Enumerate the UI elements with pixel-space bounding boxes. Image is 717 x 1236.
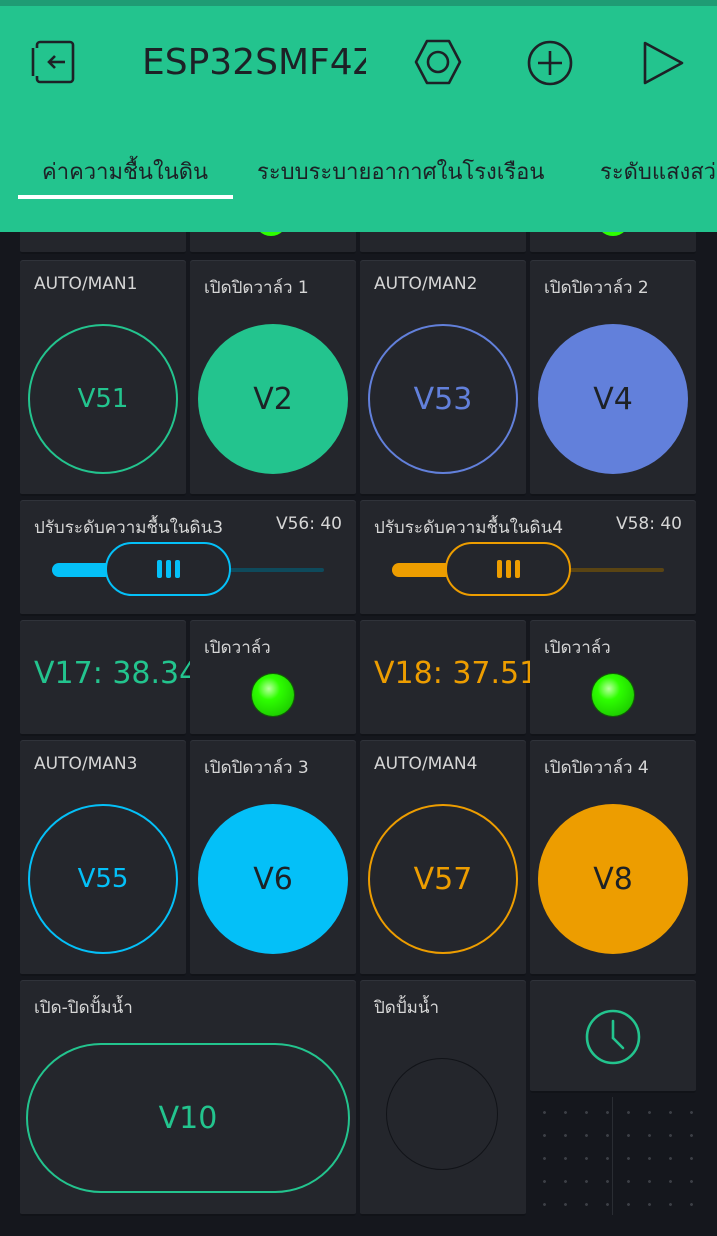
slider-handle[interactable] [445,542,571,596]
value-display-v17: V17: 38.34 [20,620,198,736]
settings-hexagon-icon[interactable] [412,38,464,86]
status-strip [0,0,717,6]
value-display-text: V18: 37.51 [374,656,539,691]
slider-value: V58: 40 [615,514,682,534]
led-widget-valve-b: เปิดวาล์ว [530,620,696,736]
widget-label: AUTO/MAN2 [374,274,478,294]
valve2-button[interactable]: V4 [538,324,688,474]
exit-icon[interactable] [28,38,80,86]
clock-icon [584,1008,642,1070]
slider-label: ปรับระดับความชื้นในดิน4 [374,518,564,538]
widget-label: เปิด-ปิดปั้มน้ำ [34,998,133,1018]
tab-bar: ค่าความชื้นในดิน ระบบระบายอากาศในโรงเรือ… [0,150,717,200]
valve1-button[interactable]: V2 [198,324,348,474]
tab-soil-moisture[interactable]: ค่าความชื้นในดิน [42,154,208,189]
value-display-text: V17: 38.34 [34,656,199,691]
widget-label: AUTO/MAN1 [34,274,138,294]
auto-man2-button[interactable]: V53 [368,324,518,474]
auto-man1-button[interactable]: V51 [28,324,178,474]
valve4-button[interactable]: V8 [538,804,688,954]
led-label: เปิดวาล์ว [204,638,271,658]
button-widget-valve1: เปิดปิดวาล์ว 1 V2 [190,260,356,496]
app-header: ESP32SMF4ZG ค่าความชื้นในดิน ระบบระบายอา… [0,0,717,232]
tab-ventilation[interactable]: ระบบระบายอากาศในโรงเรือน [257,154,544,189]
slider-fill [392,563,452,577]
slider-widget-soil4: ปรับระดับความชื้นในดิน4 V58: 40 [360,500,696,616]
button-widget-pump: เปิด-ปิดปั้มน้ำ V10 [20,980,356,1216]
play-icon[interactable] [638,38,688,88]
tab-light-level[interactable]: ระดับแสงสว่าง [600,154,717,189]
button-widget-auto-man3: AUTO/MAN3 V55 [20,740,186,976]
pump-button[interactable]: V10 [26,1043,350,1193]
auto-man4-button[interactable]: V57 [368,804,518,954]
widget-label: AUTO/MAN4 [374,754,478,774]
button-widget-auto-man2: AUTO/MAN2 V53 [360,260,526,496]
timer-widget[interactable] [530,980,696,1093]
widget-label: เปิดปิดวาล์ว 2 [544,278,649,298]
active-tab-indicator [18,195,233,199]
led-indicator-off [386,1058,498,1170]
add-widget-icon[interactable] [525,38,575,88]
widget-label: เปิดปิดวาล์ว 1 [204,278,309,298]
widget-label: เปิดปิดวาล์ว 4 [544,758,649,778]
button-widget-auto-man1: AUTO/MAN1 V51 [20,260,186,496]
button-widget-valve3: เปิดปิดวาล์ว 3 V6 [190,740,356,976]
auto-man3-button[interactable]: V55 [28,804,178,954]
led-indicator [592,674,634,716]
slider-label: ปรับระดับความชื้นในดิน3 [34,518,224,538]
button-widget-auto-man4: AUTO/MAN4 V57 [360,740,526,976]
value-display-v18: V18: 37.51 [360,620,538,736]
empty-grid-area [530,1097,698,1215]
project-title: ESP32SMF4ZG [142,42,366,83]
slider-fill [52,563,112,577]
slider-handle[interactable] [105,542,231,596]
led-indicator [252,674,294,716]
slider-widget-soil3: ปรับระดับความชื้นในดิน3 V56: 40 [20,500,356,616]
widget-label: AUTO/MAN3 [34,754,138,774]
led-widget-valve-a: เปิดวาล์ว [190,620,356,736]
slider-value: V56: 40 [275,514,342,534]
button-widget-valve2: เปิดปิดวาล์ว 2 V4 [530,260,696,496]
led-widget-pump: ปิดปั้มน้ำ [360,980,526,1216]
valve3-button[interactable]: V6 [198,804,348,954]
led-label: เปิดวาล์ว [544,638,611,658]
led-label: ปิดปั้มน้ำ [374,998,439,1018]
widget-label: เปิดปิดวาล์ว 3 [204,758,309,778]
grid-divider [612,1097,613,1215]
button-widget-valve4: เปิดปิดวาล์ว 4 V8 [530,740,696,976]
